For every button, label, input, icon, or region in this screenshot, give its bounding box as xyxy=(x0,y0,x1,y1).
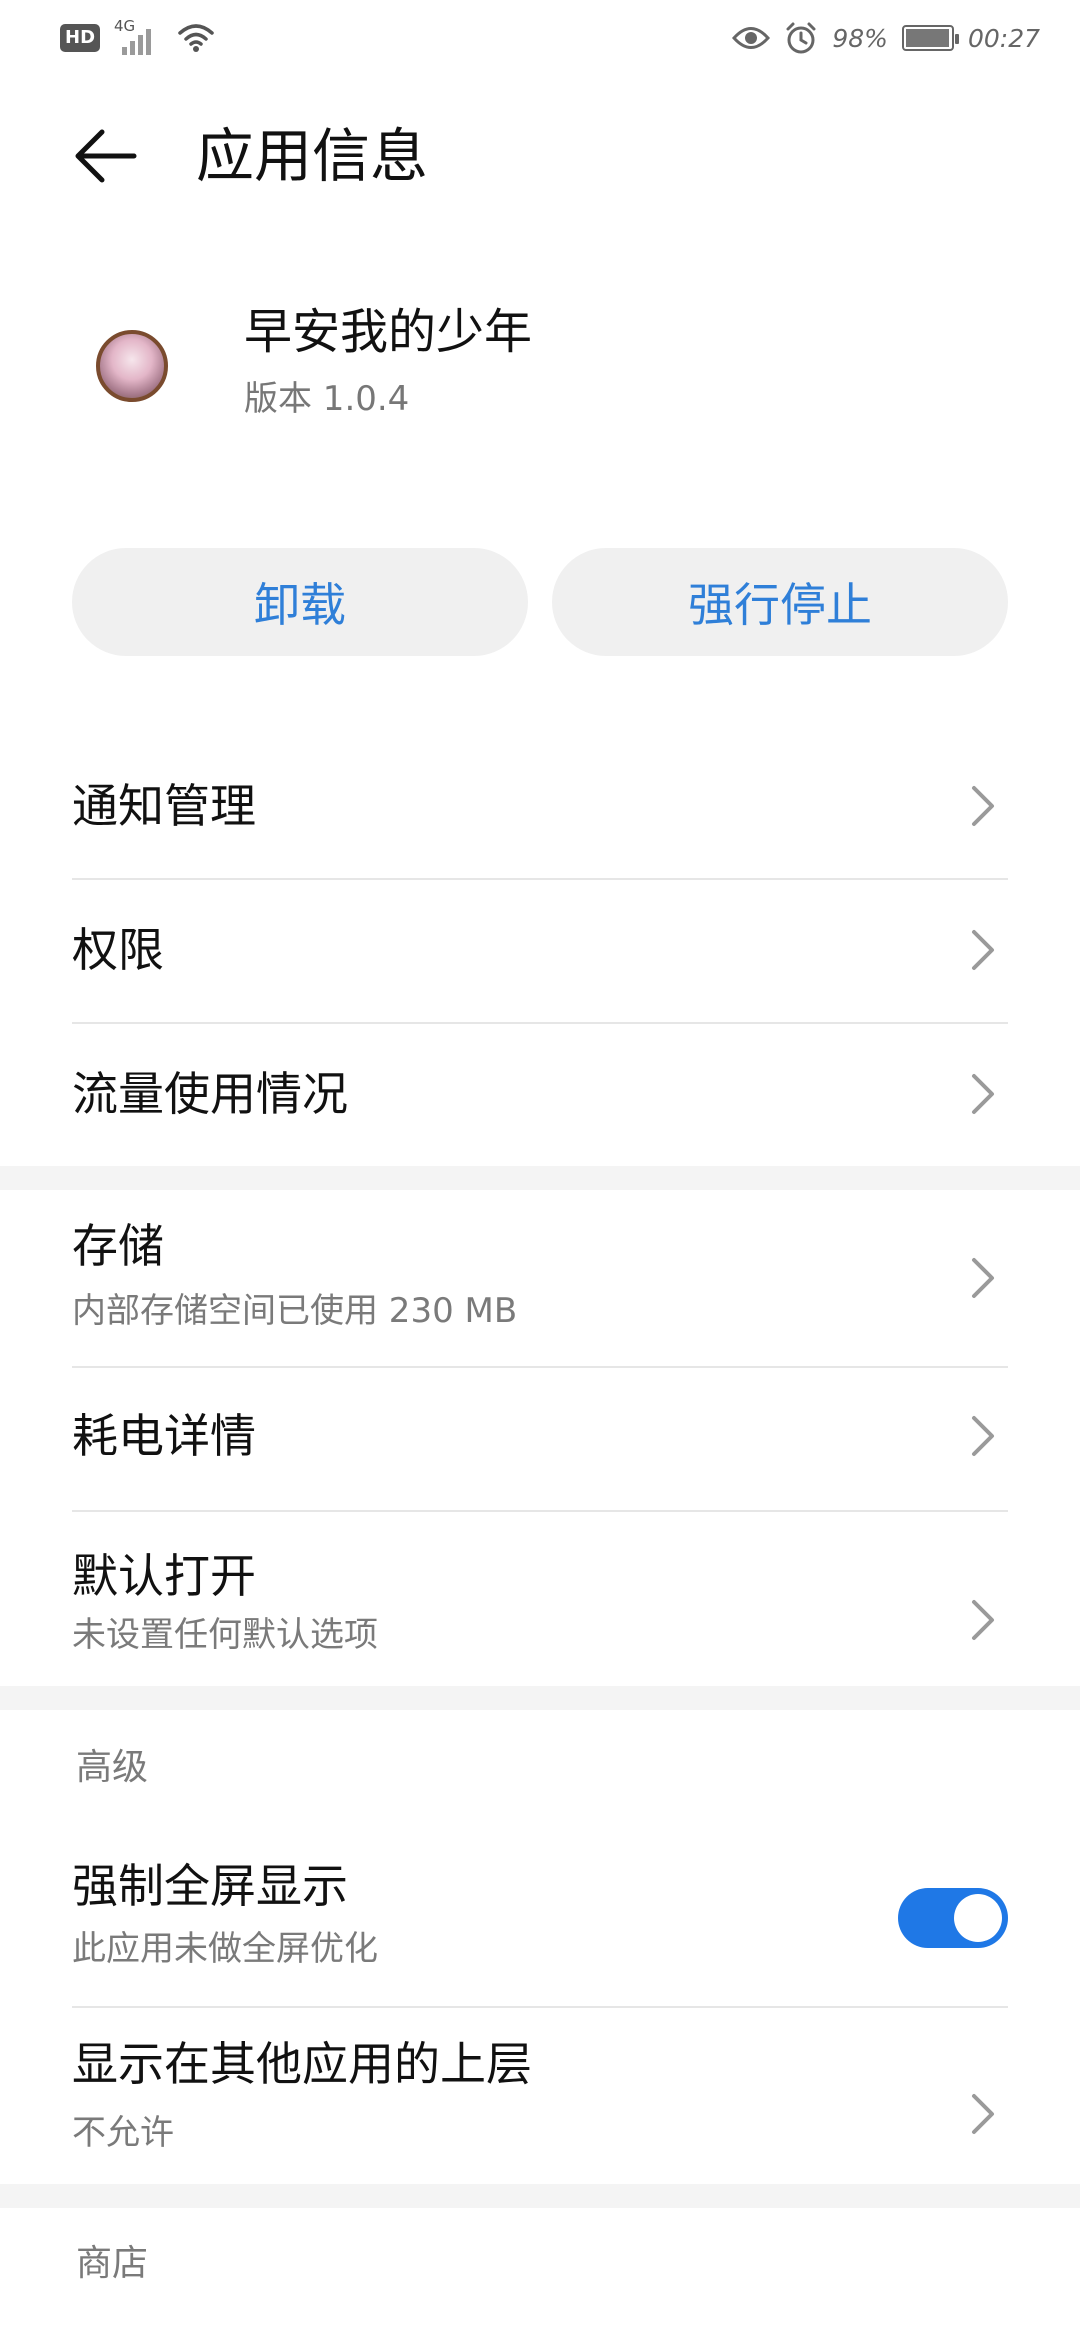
eye-icon xyxy=(732,27,771,49)
divider xyxy=(72,1366,1008,1368)
row-sublabel: 内部存储空间已使用 230 MB xyxy=(72,1291,518,1331)
row-label: 默认打开 xyxy=(72,1549,256,1603)
page-title: 应用信息 xyxy=(196,122,429,190)
row-label: 通知管理 xyxy=(72,779,256,833)
section-separator xyxy=(0,1166,1080,1190)
battery-icon xyxy=(901,25,959,51)
force-stop-button[interactable]: 强行停止 xyxy=(552,548,1008,656)
app-icon xyxy=(96,330,168,402)
divider xyxy=(72,878,1008,880)
section-separator xyxy=(0,1686,1080,1710)
row-label: 强制全屏显示 xyxy=(72,1859,348,1913)
chevron-right-icon xyxy=(972,786,994,826)
open-by-default-row[interactable]: 默认打开 未设置任何默认选项 xyxy=(72,1526,1008,1686)
force-fullscreen-row[interactable]: 强制全屏显示 此应用未做全屏优化 xyxy=(72,1842,1008,2002)
chevron-right-icon xyxy=(972,2094,994,2134)
divider xyxy=(72,1510,1008,1512)
divider xyxy=(72,1022,1008,1024)
signal-icon: 4G xyxy=(114,17,164,55)
row-label: 显示在其他应用的上层 xyxy=(72,2037,532,2091)
row-sublabel: 不允许 xyxy=(72,2113,174,2153)
row-label: 权限 xyxy=(72,923,164,977)
row-sublabel: 未设置任何默认选项 xyxy=(72,1615,378,1655)
row-label: 耗电详情 xyxy=(72,1409,256,1463)
chevron-right-icon xyxy=(972,930,994,970)
back-arrow-icon[interactable] xyxy=(72,122,140,190)
battery-usage-row[interactable]: 耗电详情 xyxy=(72,1390,1008,1482)
row-sublabel: 此应用未做全屏优化 xyxy=(72,1929,378,1969)
hd-icon: HD xyxy=(60,24,101,52)
chevron-right-icon xyxy=(972,1074,994,1114)
section-header-advanced: 高级 xyxy=(76,1747,149,1788)
section-separator xyxy=(0,2184,1080,2208)
chevron-right-icon xyxy=(972,1258,994,1298)
status-time: 00:27 xyxy=(967,23,1040,53)
alarm-icon xyxy=(786,22,816,54)
permissions-row[interactable]: 权限 xyxy=(72,904,1008,996)
toggle-knob xyxy=(954,1894,1002,1942)
app-version: 版本 1.0.4 xyxy=(244,379,410,419)
storage-row[interactable]: 存储 内部存储空间已使用 230 MB xyxy=(72,1196,1008,1356)
divider xyxy=(72,2006,1008,2008)
row-label: 存储 xyxy=(72,1219,164,1273)
row-label: 流量使用情况 xyxy=(72,1067,348,1121)
status-bar: HD 4G 98% 00:27 xyxy=(0,0,1080,72)
app-name: 早安我的少年 xyxy=(244,304,533,360)
display-over-other-apps-row[interactable]: 显示在其他应用的上层 不允许 xyxy=(72,2020,1008,2180)
data-usage-row[interactable]: 流量使用情况 xyxy=(72,1048,1008,1140)
uninstall-button[interactable]: 卸载 xyxy=(72,548,528,656)
fullscreen-toggle[interactable] xyxy=(898,1888,1008,1948)
section-header-store: 商店 xyxy=(76,2243,149,2284)
notification-management-row[interactable]: 通知管理 xyxy=(72,760,1008,852)
battery-percent: 98% xyxy=(832,23,888,53)
wifi-icon xyxy=(178,24,214,52)
chevron-right-icon xyxy=(972,1600,994,1640)
chevron-right-icon xyxy=(972,1416,994,1456)
